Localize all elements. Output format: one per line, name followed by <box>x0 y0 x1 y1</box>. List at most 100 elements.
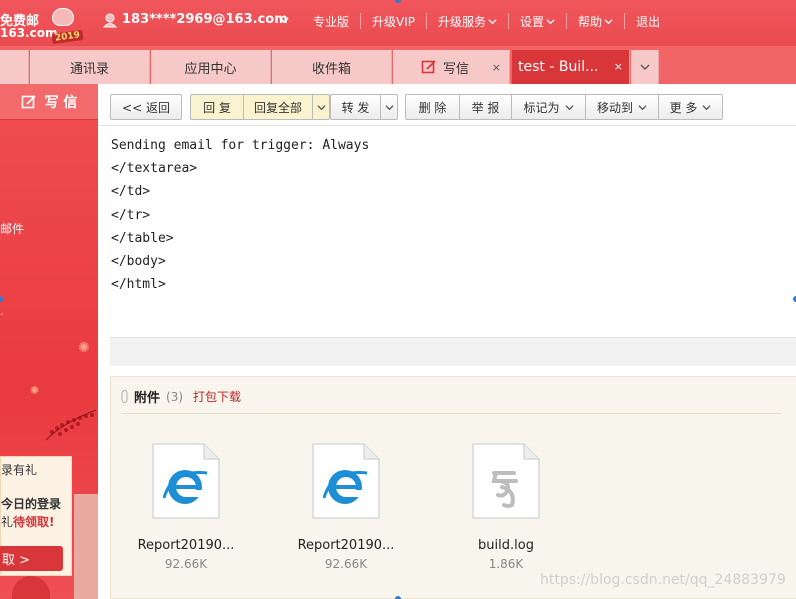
close-icon[interactable]: × <box>492 61 501 74</box>
tab-inbox[interactable]: 收件箱 <box>272 50 392 84</box>
chevron-down-icon <box>384 104 394 110</box>
logo-domain: 163.com <box>0 26 58 40</box>
gift-box-decoration <box>74 494 98 599</box>
nav-label: 帮助 <box>578 14 603 29</box>
email-body-line: </body> <box>111 254 166 270</box>
pig-mascot-icon <box>52 8 74 26</box>
user-avatar-icon[interactable] <box>102 12 118 28</box>
chevron-down-icon <box>546 18 555 24</box>
left-sidebar: 写 信 邮件 · ✺ ✺ 录有礼 今日的登录 礼待领取! 取 > <box>0 84 98 599</box>
chevron-down-icon <box>488 18 497 24</box>
nav-label: 退出 <box>636 14 661 29</box>
nav-upgrade-vip[interactable]: 升级VIP <box>360 13 426 29</box>
attachment-name: build.log <box>478 538 534 553</box>
attachments-panel: 附件 (3) 打包下载 Report20190... 92.66K Report… <box>110 376 796 599</box>
mail-toolbar: << 返回 回 复 回复全部 转 发 删 除 举 报 标记为 移动到 更 多 <box>98 84 796 126</box>
compose-icon <box>421 60 436 74</box>
tab-label: test - Buil... <box>518 59 599 75</box>
reply-all-dropdown[interactable] <box>312 94 330 120</box>
email-body: Sending email for trigger: Always </text… <box>111 126 369 296</box>
promo-title: 录有礼 <box>1 463 38 477</box>
compose-button[interactable]: 写 信 <box>0 84 98 120</box>
report-button[interactable]: 举 报 <box>459 94 511 120</box>
divider <box>121 413 781 414</box>
nav-logout[interactable]: 退出 <box>624 13 671 29</box>
chevron-down-icon <box>640 64 649 70</box>
ie-icon <box>152 443 220 519</box>
promo-status-prefix: 礼 <box>1 515 14 529</box>
nav-settings[interactable]: 设置 <box>508 13 566 29</box>
close-icon[interactable]: × <box>614 60 623 73</box>
tab-bar: 通讯录 应用中心 收件箱 写信 × test - Buil... × <box>0 46 796 84</box>
attachment-size: 92.66K <box>324 557 368 571</box>
promo-subtitle: 今日的登录 <box>1 497 62 511</box>
nav-pro[interactable]: 专业版 <box>302 13 360 29</box>
berries-decoration-icon <box>45 409 97 441</box>
attachment-item[interactable]: Report20190... 92.66K <box>126 443 246 571</box>
cut-off-line <box>111 126 369 130</box>
email-body-footer <box>110 337 796 366</box>
tab-overflow-button[interactable] <box>631 50 659 84</box>
firework-icon: ✺ <box>30 384 40 397</box>
chevron-down-icon <box>564 104 574 110</box>
tab-label: 收件箱 <box>311 61 351 77</box>
top-bar: 免费邮 163.com 2019 183****2969@163.com 专业版… <box>0 0 796 46</box>
email-body-line: </table> <box>111 230 174 246</box>
download-all-link[interactable]: 打包下载 <box>193 388 241 405</box>
email-body-line: </td> <box>111 184 151 200</box>
chevron-down-icon <box>316 104 326 110</box>
more-label: 更 多 <box>669 100 698 115</box>
back-button[interactable]: << 返回 <box>110 94 182 120</box>
forward-dropdown[interactable] <box>380 94 398 120</box>
claim-button[interactable]: 取 > <box>0 546 63 571</box>
firework-icon: ✺ <box>78 340 90 356</box>
attachment-item[interactable]: Report20190... 92.66K <box>286 443 406 571</box>
nav-label: 升级服务 <box>438 14 487 29</box>
tab-contacts[interactable]: 通讯录 <box>30 50 150 84</box>
user-email[interactable]: 183****2969@163.com <box>122 12 288 27</box>
chevron-down-icon[interactable] <box>278 14 290 26</box>
compose-label: 写 信 <box>44 94 78 111</box>
tab-label: 通讯录 <box>69 61 109 77</box>
delete-button[interactable]: 删 除 <box>405 94 459 120</box>
promo-status-text: 待领取! <box>13 515 55 529</box>
attachments-title: 附件 <box>134 391 161 406</box>
tab-compose[interactable]: 写信 × <box>393 50 510 84</box>
nav-label: 专业版 <box>313 14 350 29</box>
chevron-down-icon <box>604 18 613 24</box>
email-body-line: Sending email for trigger: Always <box>111 138 370 153</box>
email-body-line: </html> <box>111 277 166 293</box>
reply-button[interactable]: 回 复 <box>190 94 243 120</box>
mark-as-button[interactable]: 标记为 <box>511 94 585 120</box>
mark-as-label: 标记为 <box>523 100 560 115</box>
compose-icon <box>21 94 36 108</box>
tab-label: 写信 <box>443 61 470 77</box>
sidebar-item-mail[interactable]: 邮件 <box>0 220 24 237</box>
email-reading-pane: Sending email for trigger: Always </text… <box>98 126 796 599</box>
email-body-line: </tr> <box>111 207 151 223</box>
nav-label: 升级VIP <box>372 14 416 29</box>
forward-button[interactable]: 转 发 <box>330 94 380 120</box>
paperclip-icon <box>121 390 128 403</box>
tab-home[interactable] <box>0 50 29 84</box>
nav-label: 设置 <box>520 14 545 29</box>
nav-help[interactable]: 帮助 <box>566 13 624 29</box>
attachments-count: (3) <box>166 389 184 404</box>
tab-email-test-build[interactable]: test - Buil... × <box>512 50 630 84</box>
tab-label: 应用中心 <box>184 61 237 77</box>
more-button[interactable]: 更 多 <box>658 94 723 120</box>
promo-status: 礼待领取! <box>1 513 55 530</box>
logo[interactable]: 免费邮 163.com 2019 <box>0 6 100 46</box>
nav-upgrade-service[interactable]: 升级服务 <box>426 13 508 29</box>
log-file-icon <box>472 443 540 519</box>
attachment-name: Report20190... <box>297 538 395 553</box>
move-to-button[interactable]: 移动到 <box>585 94 658 120</box>
chevron-down-icon <box>638 104 647 110</box>
watermark: https://blog.csdn.net/qq_24883979 <box>540 572 786 588</box>
attachment-item[interactable]: build.log 1.86K <box>446 443 566 571</box>
reply-all-button[interactable]: 回复全部 <box>243 94 312 120</box>
attachment-name: Report20190... <box>137 538 235 553</box>
sidebar-item-partial[interactable]: · <box>0 308 4 321</box>
tab-app-center[interactable]: 应用中心 <box>151 50 271 84</box>
attachments-header: 附件 (3) 打包下载 <box>121 387 241 406</box>
